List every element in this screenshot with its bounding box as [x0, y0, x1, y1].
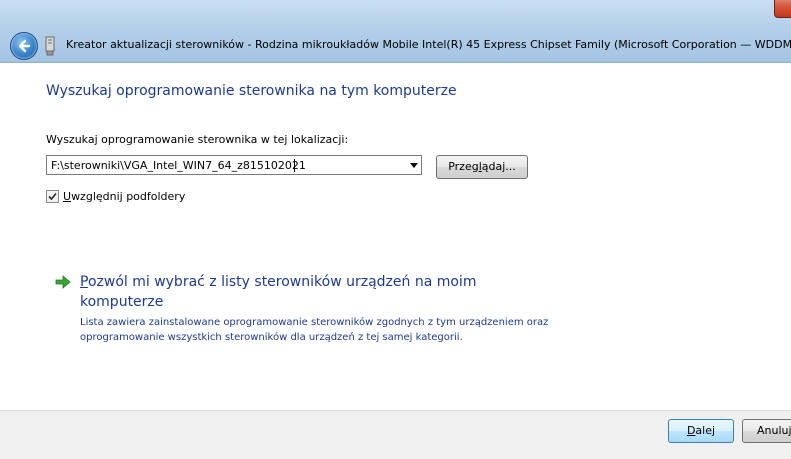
cancel-button[interactable]: Anuluj — [742, 419, 791, 443]
include-subfolders-label[interactable]: Uwzględnij podfoldery — [63, 190, 185, 203]
device-icon — [45, 36, 55, 56]
close-button[interactable] — [774, 0, 791, 18]
window-title: Kreator aktualizacji sterowników - Rodzi… — [66, 38, 791, 51]
path-combobox[interactable]: F:\sterowniki\VGA_Intel_WIN7_64_z8151020… — [46, 155, 422, 175]
include-subfolders-checkbox[interactable] — [46, 190, 59, 203]
back-button[interactable] — [10, 32, 38, 60]
browse-button[interactable]: Przeglądaj... — [436, 155, 528, 179]
next-button[interactable]: Dalej — [668, 419, 734, 443]
choose-driver-description: Lista zawiera zainstalowane oprogramowan… — [80, 317, 549, 343]
path-input-value[interactable]: F:\sterowniki\VGA_Intel_WIN7_64_z8151020… — [51, 159, 306, 172]
location-label: Wyszukaj oprogramowanie sterownika w tej… — [46, 133, 349, 146]
choose-driver-link[interactable]: Pozwól mi wybrać z listy sterowników urz… — [80, 272, 520, 312]
back-arrow-icon — [18, 39, 31, 53]
title-bar: Kreator aktualizacji sterowników - Rodzi… — [0, 0, 791, 63]
page-heading: Wyszukaj oprogramowanie sterownika na ty… — [46, 83, 457, 99]
checkmark-icon — [48, 192, 57, 201]
green-arrow-icon — [55, 275, 71, 289]
chevron-down-icon[interactable] — [410, 163, 418, 168]
wizard-content: Wyszukaj oprogramowanie sterownika na ty… — [0, 63, 791, 410]
text-caret — [294, 159, 295, 172]
wizard-footer: Dalej Anuluj — [0, 410, 791, 459]
